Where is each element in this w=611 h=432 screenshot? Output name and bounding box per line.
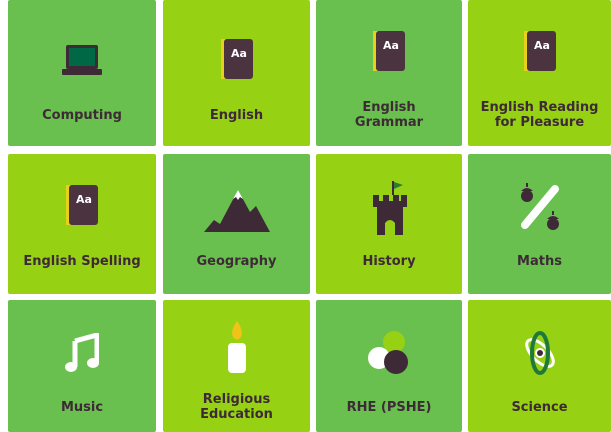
subject-grid: Computing Aa English Aa English Grammar: [0, 0, 611, 432]
book-icon: Aa: [316, 30, 462, 74]
laptop-icon: [8, 40, 156, 80]
book-text: Aa: [383, 39, 399, 52]
book-icon: Aa: [468, 30, 611, 74]
subject-tile-science[interactable]: Science: [468, 300, 611, 432]
subject-tile-maths[interactable]: Maths: [468, 154, 611, 294]
subject-tile-english-spelling[interactable]: Aa English Spelling: [8, 154, 156, 294]
subject-label: Science: [511, 400, 568, 415]
venn-circles-icon: [316, 328, 462, 378]
subject-tile-history[interactable]: History: [316, 154, 462, 294]
book-icon: Aa: [8, 184, 156, 228]
subject-tile-religious-education[interactable]: Religious Education: [163, 300, 310, 432]
subject-label: Music: [60, 400, 104, 415]
subject-label: Geography: [196, 254, 277, 269]
subject-label: Religious Education: [200, 392, 273, 422]
subject-tile-english-reading[interactable]: Aa English Reading for Pleasure: [468, 0, 611, 146]
book-text: Aa: [231, 47, 247, 60]
subject-label: English Spelling: [23, 254, 141, 269]
subject-tile-rhe-pshe[interactable]: RHE (PSHE): [316, 300, 462, 432]
subject-label: Computing: [42, 108, 122, 123]
subject-tile-geography[interactable]: Geography: [163, 154, 310, 294]
subject-label: RHE (PSHE): [346, 400, 432, 415]
subject-label: English Grammar: [354, 100, 424, 130]
book-text: Aa: [534, 39, 550, 52]
castle-icon: [316, 180, 462, 236]
book-text: Aa: [76, 193, 92, 206]
mountain-icon: [163, 184, 310, 234]
subject-tile-music[interactable]: Music: [8, 300, 156, 432]
subject-label: English Reading for Pleasure: [480, 100, 599, 130]
candle-icon: [163, 320, 310, 374]
music-note-icon: [8, 330, 156, 376]
subject-label: History: [362, 254, 416, 269]
subject-tile-english[interactable]: Aa English: [163, 0, 310, 146]
subject-tile-computing[interactable]: Computing: [8, 0, 156, 146]
book-icon: Aa: [163, 38, 310, 82]
subject-label: Maths: [517, 254, 562, 269]
atom-icon: [468, 328, 611, 378]
subject-label: English: [209, 108, 264, 123]
percent-acorn-icon: [468, 180, 611, 234]
subject-tile-english-grammar[interactable]: Aa English Grammar: [316, 0, 462, 146]
